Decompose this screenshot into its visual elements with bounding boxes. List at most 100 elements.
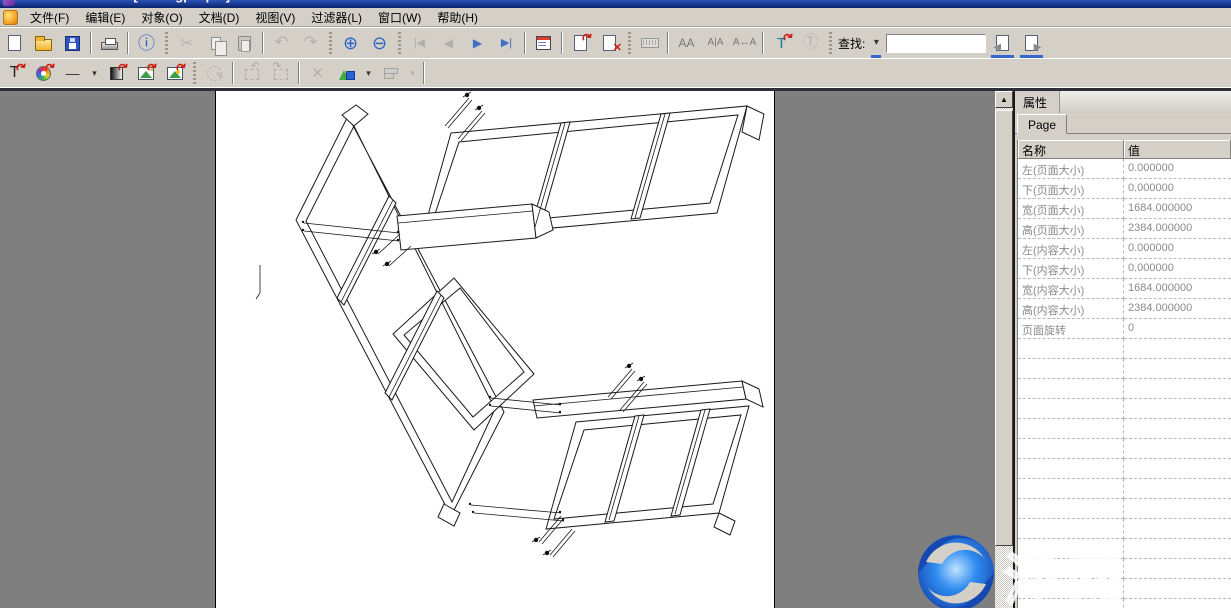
pdf-page[interactable]	[215, 91, 775, 608]
property-name[interactable]: 高(页面大小)	[1018, 219, 1124, 239]
menu-V[interactable]: 视图(V)	[247, 7, 303, 28]
zoom-in-button[interactable]: ⊕	[337, 31, 364, 56]
print-button[interactable]	[96, 31, 123, 56]
empty-row	[1018, 359, 1231, 379]
drawing-line	[635, 114, 665, 218]
scrollbar-thumb[interactable]	[995, 110, 1013, 546]
delete-page-button[interactable]: ✕	[596, 31, 623, 56]
find-previous-button[interactable]: ◀	[989, 31, 1016, 56]
new-document-button[interactable]	[1, 31, 28, 56]
property-row[interactable]: 下(页面大小)0.000000	[1018, 179, 1231, 199]
property-name[interactable]: 页面旋转	[1018, 319, 1124, 339]
page-layout-button[interactable]	[530, 31, 557, 56]
import-page-button[interactable]: ↷	[567, 31, 594, 56]
menu-O[interactable]: 对象(O)	[133, 7, 190, 28]
property-value[interactable]: 2384.000000	[1124, 219, 1231, 239]
menu-H[interactable]: 帮助(H)	[429, 7, 486, 28]
property-row[interactable]: 高(内容大小)2384.000000	[1018, 299, 1231, 319]
zoom-out-button[interactable]: ⊖	[366, 31, 393, 56]
document-canvas[interactable]	[0, 91, 995, 608]
property-row[interactable]: 页面旋转0	[1018, 319, 1231, 339]
property-row[interactable]: 宽(页面大小)1684.000000	[1018, 199, 1231, 219]
property-name[interactable]: 左(内容大小)	[1018, 239, 1124, 259]
property-name[interactable]: 左(页面大小)	[1018, 159, 1124, 179]
color-editor-button[interactable]: ↷	[30, 61, 57, 86]
edit-image-button[interactable]: ↷	[132, 61, 159, 86]
property-value[interactable]: 0.000000	[1124, 239, 1231, 259]
next-page-button[interactable]: ▶	[464, 31, 491, 56]
scroll-up-button[interactable]: ▲	[995, 91, 1013, 108]
add-text-tag-button[interactable]: T↷	[768, 31, 795, 56]
undo-icon: ↶	[275, 35, 288, 51]
column-value[interactable]: 值	[1124, 140, 1231, 159]
property-name[interactable]: 宽(内容大小)	[1018, 279, 1124, 299]
toolbar-grip[interactable]	[192, 62, 197, 84]
empty-row	[1018, 579, 1231, 599]
empty-row	[1018, 379, 1231, 399]
toolbar-grip[interactable]	[164, 32, 169, 54]
property-name[interactable]: 下(内容大小)	[1018, 259, 1124, 279]
menu-W[interactable]: 窗口(W)	[370, 7, 429, 28]
property-row[interactable]: 左(内容大小)0.000000	[1018, 239, 1231, 259]
find-dropdown-button[interactable]: ▾	[869, 31, 883, 56]
menu-D[interactable]: 文档(D)	[191, 7, 248, 28]
property-value[interactable]: 0.000000	[1124, 259, 1231, 279]
document-info-button[interactable]: ⓘ	[133, 31, 160, 56]
add-image-button[interactable]: ↷	[161, 61, 188, 86]
font-width-button[interactable]: A|A	[702, 31, 729, 56]
redo-icon: ↷	[304, 35, 317, 51]
font-spacing-button[interactable]: A↔A	[731, 31, 758, 56]
line-style-dropdown-button[interactable]: ▾	[88, 61, 101, 86]
drawing-line	[445, 98, 469, 126]
drawing-line	[471, 505, 561, 513]
property-value[interactable]: 0	[1124, 319, 1231, 339]
drawing-line	[535, 123, 565, 227]
save-file-button[interactable]	[59, 31, 86, 56]
property-value[interactable]: 0.000000	[1124, 179, 1231, 199]
property-value[interactable]: 2384.000000	[1124, 299, 1231, 319]
property-row[interactable]: 左(页面大小)0.000000	[1018, 159, 1231, 179]
line-style-button[interactable]: —	[59, 61, 86, 86]
menu-F[interactable]: 文件(F)	[22, 7, 77, 28]
last-page-button[interactable]: ▶|	[493, 31, 520, 56]
vertical-scrollbar[interactable]: ▲	[995, 91, 1013, 608]
property-row[interactable]: 宽(内容大小)1684.000000	[1018, 279, 1231, 299]
empty-row	[1018, 519, 1231, 539]
toolbar-grip[interactable]	[627, 32, 632, 54]
page-icon	[996, 35, 1009, 51]
copy-button	[202, 31, 229, 56]
property-row[interactable]: 下(内容大小)0.000000	[1018, 259, 1231, 279]
empty-row	[1018, 479, 1231, 499]
text-circle-icon: Ⓣ	[802, 35, 818, 51]
menu-L[interactable]: 过滤器(L)	[303, 7, 370, 28]
drawing-line	[341, 200, 393, 302]
empty-row	[1018, 339, 1231, 359]
tab-page[interactable]: Page	[1017, 114, 1067, 134]
open-file-button[interactable]	[30, 31, 57, 56]
toolbar-grip[interactable]	[828, 32, 833, 54]
previous-page-button: ◀	[435, 31, 462, 56]
toolbar-grip[interactable]	[328, 32, 333, 54]
properties-panel: 属性 Page 名称 值 左(页面大小)0.000000下(页面大小)0.000…	[1015, 91, 1231, 608]
property-name[interactable]: 宽(页面大小)	[1018, 199, 1124, 219]
toolbar-grip[interactable]	[397, 32, 402, 54]
find-next-button[interactable]: ▶	[1018, 31, 1045, 56]
joint-dot	[469, 503, 471, 505]
add-text-button[interactable]: T↷	[1, 61, 28, 86]
font-embed-button[interactable]: AA	[673, 31, 700, 56]
find-input[interactable]	[886, 34, 986, 53]
column-name[interactable]: 名称	[1018, 140, 1124, 159]
property-value[interactable]: 1684.000000	[1124, 279, 1231, 299]
upper-bar	[397, 204, 536, 250]
shape-dropdown-button[interactable]: ▾	[362, 61, 375, 86]
property-row[interactable]: 高(页面大小)2384.000000	[1018, 219, 1231, 239]
property-value[interactable]: 0.000000	[1124, 159, 1231, 179]
insert-shape-button[interactable]	[333, 61, 360, 86]
drawing-line	[389, 246, 411, 266]
property-name[interactable]: 高(内容大小)	[1018, 299, 1124, 319]
shading-editor-button[interactable]: ↷	[103, 61, 130, 86]
property-name[interactable]: 下(页面大小)	[1018, 179, 1124, 199]
menu-E[interactable]: 编辑(E)	[77, 7, 133, 28]
screw	[374, 250, 378, 254]
property-value[interactable]: 1684.000000	[1124, 199, 1231, 219]
